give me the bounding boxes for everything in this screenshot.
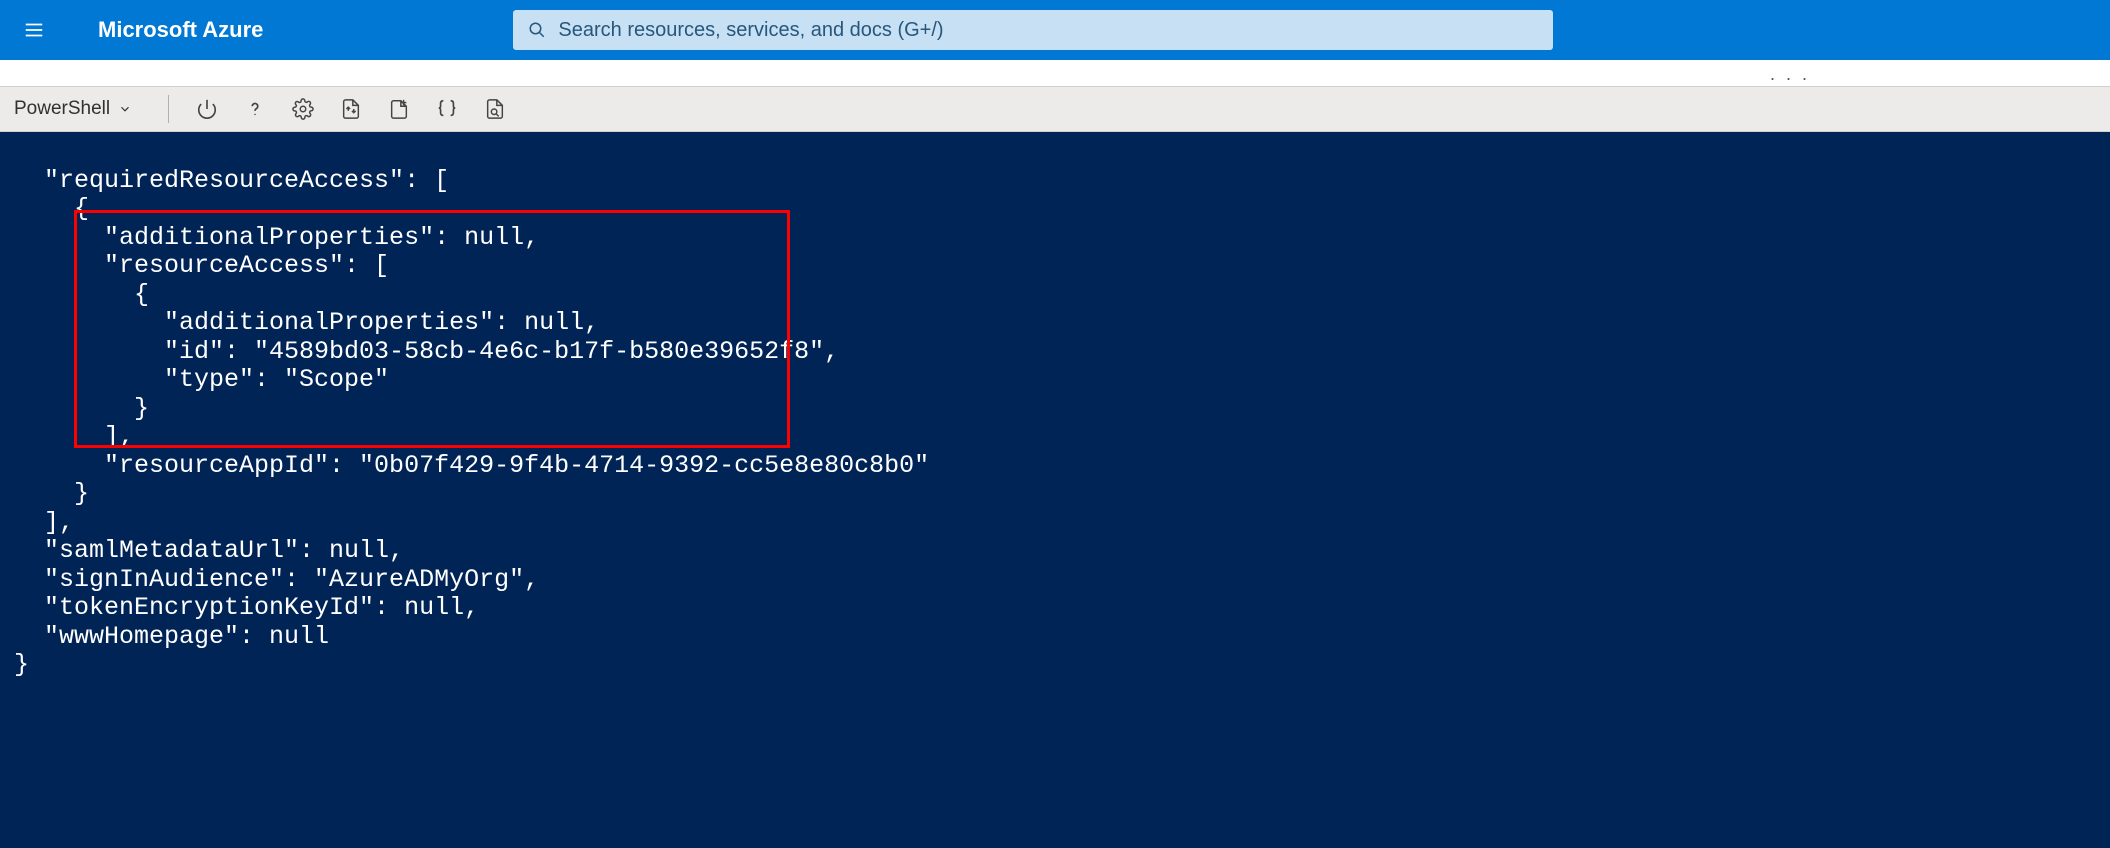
- azure-topbar: Microsoft Azure: [0, 0, 2110, 60]
- shell-selector[interactable]: PowerShell: [14, 98, 150, 120]
- ellipsis-icon[interactable]: . . .: [1770, 64, 1810, 85]
- gear-icon: [292, 98, 314, 120]
- restart-button[interactable]: [187, 89, 227, 129]
- search-input[interactable]: [558, 19, 1538, 42]
- toolbar-separator: [168, 95, 169, 123]
- preview-button[interactable]: [475, 89, 515, 129]
- file-transfer-icon: [340, 98, 362, 120]
- braces-icon: [436, 98, 458, 120]
- cloudshell-toolbar: PowerShell: [0, 86, 2110, 132]
- search-wrap: [513, 10, 1553, 50]
- settings-button[interactable]: [283, 89, 323, 129]
- search-box[interactable]: [513, 10, 1553, 50]
- chevron-down-icon: [118, 102, 132, 116]
- power-icon: [196, 98, 218, 120]
- upload-download-button[interactable]: [331, 89, 371, 129]
- new-file-icon: [388, 98, 410, 120]
- shell-label: PowerShell: [14, 98, 110, 120]
- search-icon: [528, 21, 546, 39]
- dots-row: . . .: [0, 70, 2110, 86]
- terminal-output[interactable]: "requiredResourceAccess": [ { "additiona…: [0, 132, 2110, 848]
- file-preview-icon: [484, 98, 506, 120]
- new-session-button[interactable]: [379, 89, 419, 129]
- hamburger-menu-button[interactable]: [10, 6, 58, 54]
- editor-button[interactable]: [427, 89, 467, 129]
- question-icon: [244, 98, 266, 120]
- hamburger-icon: [23, 19, 45, 41]
- help-button[interactable]: [235, 89, 275, 129]
- terminal-content: "requiredResourceAccess": [ { "additiona…: [14, 166, 929, 680]
- brand-label: Microsoft Azure: [98, 17, 263, 43]
